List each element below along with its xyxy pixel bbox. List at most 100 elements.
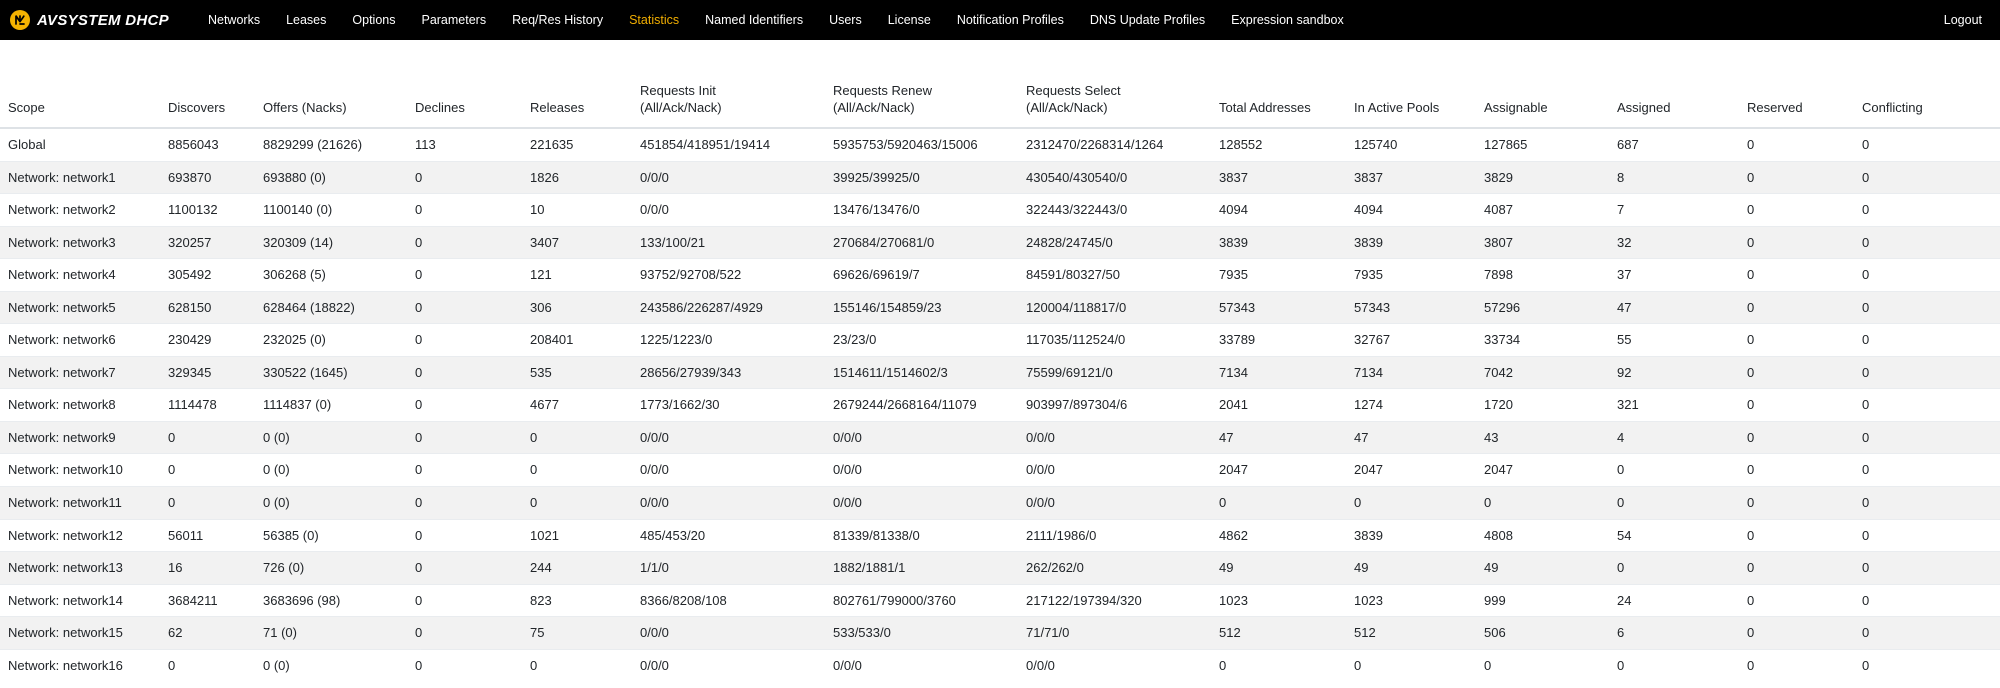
table-row[interactable]: Network: network5 628150 628464 (18822) 0 30…: [0, 290, 2000, 324]
table-row[interactable]: Network: network2 1100132 1100140 (0) 0 10 0/…: [0, 193, 2000, 227]
cell-declines: 0: [407, 388, 522, 422]
cell-discovers: 8856043: [160, 127, 255, 162]
cell-requests-init: 8366/8208/108: [632, 583, 825, 617]
table-row[interactable]: Network: network8 1114478 1114837 (0) 0 4677…: [0, 388, 2000, 422]
nav-item-notification-profiles[interactable]: Notification Profiles: [944, 3, 1077, 38]
nav-item-leases[interactable]: Leases: [273, 3, 339, 38]
cell-total-addresses: 7935: [1211, 258, 1346, 292]
header-label: Declines: [415, 100, 465, 116]
cell-total-addresses: 7134: [1211, 355, 1346, 389]
header-label: Total Addresses: [1219, 100, 1311, 116]
cell-declines: 0: [407, 290, 522, 324]
cell-total-addresses: 0: [1211, 648, 1346, 682]
cell-releases: 121: [522, 258, 632, 292]
table-row[interactable]: Network: network3 320257 320309 (14) 0 3407 1…: [0, 225, 2000, 259]
nav-item-req-res-history[interactable]: Req/Res History: [499, 3, 616, 38]
column-header-requests-renew[interactable]: Requests Renew (All/Ack/Nack): [825, 62, 1018, 129]
nav-links: Networks Leases Options Parameters Req/R…: [195, 3, 1931, 38]
cell-requests-renew: 0/0/0: [825, 453, 1018, 487]
cell-assignable: 999: [1476, 583, 1609, 617]
column-header-assigned[interactable]: Assigned: [1609, 62, 1739, 129]
cell-total-addresses: 512: [1211, 616, 1346, 650]
column-header-requests-select[interactable]: Requests Select (All/Ack/Nack): [1018, 62, 1211, 129]
nav-item-options[interactable]: Options: [339, 3, 408, 38]
nav-item-dns-update-profiles[interactable]: DNS Update Profiles: [1077, 3, 1218, 38]
cell-discovers: 230429: [160, 323, 255, 357]
table-row[interactable]: Network: network14 3684211 3683696 (98) 0 82…: [0, 583, 2000, 617]
nav-item-expression-sandbox[interactable]: Expression sandbox: [1218, 3, 1357, 38]
nav-item-parameters[interactable]: Parameters: [408, 3, 499, 38]
cell-releases: 3407: [522, 225, 632, 259]
column-header-releases[interactable]: Releases: [522, 62, 632, 129]
table-row[interactable]: Network: network4 305492 306268 (5) 0 121 937…: [0, 258, 2000, 292]
table-row[interactable]: Network: network13 16 726 (0) 0 244 1/1/0 1882…: [0, 551, 2000, 585]
cell-offers-nacks: 320309 (14): [255, 225, 407, 259]
cell-assignable: 127865: [1476, 127, 1609, 162]
cell-conflicting: 0: [1854, 290, 2000, 324]
column-header-discovers[interactable]: Discovers: [160, 62, 255, 129]
cell-assignable: 0: [1476, 648, 1609, 682]
nav-item-users[interactable]: Users: [816, 3, 875, 38]
cell-scope: Network: network13: [0, 551, 160, 585]
column-header-reserved[interactable]: Reserved: [1739, 62, 1854, 129]
cell-requests-init: 1/1/0: [632, 551, 825, 585]
table-row[interactable]: Network: network6 230429 232025 (0) 0 208401…: [0, 323, 2000, 357]
column-header-offers-nacks[interactable]: Offers (Nacks): [255, 62, 407, 129]
cell-reserved: 0: [1739, 420, 1854, 454]
cell-declines: 0: [407, 225, 522, 259]
table-row[interactable]: Network: network10 0 0 (0) 0 0 0/0/0 0/0/0 0/0/…: [0, 453, 2000, 487]
cell-reserved: 0: [1739, 453, 1854, 487]
nav-item-networks[interactable]: Networks: [195, 3, 273, 38]
table-row[interactable]: Network: network11 0 0 (0) 0 0 0/0/0 0/0/0 0/0/…: [0, 486, 2000, 520]
cell-offers-nacks: 693880 (0): [255, 160, 407, 194]
table-row[interactable]: Global 8856043 8829299 (21626) 113 221635 451…: [0, 127, 2000, 162]
table-row[interactable]: Network: network15 62 71 (0) 0 75 0/0/0 533/53…: [0, 616, 2000, 650]
nav-item-named-identifiers[interactable]: Named Identifiers: [692, 3, 816, 38]
table-row[interactable]: Network: network12 56011 56385 (0) 0 1021 485…: [0, 518, 2000, 552]
cell-requests-renew: 81339/81338/0: [825, 518, 1018, 552]
column-header-in-active-pools[interactable]: In Active Pools: [1346, 62, 1476, 129]
cell-assignable: 49: [1476, 551, 1609, 585]
cell-requests-select: 322443/322443/0: [1018, 193, 1211, 227]
cell-offers-nacks: 71 (0): [255, 616, 407, 650]
cell-conflicting: 0: [1854, 486, 2000, 520]
nav-item-license[interactable]: License: [875, 3, 944, 38]
column-header-conflicting[interactable]: Conflicting: [1854, 62, 2000, 129]
header-sublabel: (All/Ack/Nack): [640, 100, 722, 116]
cell-reserved: 0: [1739, 518, 1854, 552]
cell-in-active-pools: 2047: [1346, 453, 1476, 487]
cell-in-active-pools: 4094: [1346, 193, 1476, 227]
cell-in-active-pools: 512: [1346, 616, 1476, 650]
cell-requests-renew: 1882/1881/1: [825, 551, 1018, 585]
cell-discovers: 628150: [160, 290, 255, 324]
cell-assigned: 24: [1609, 583, 1739, 617]
cell-declines: 0: [407, 551, 522, 585]
column-header-requests-init[interactable]: Requests Init (All/Ack/Nack): [632, 62, 825, 129]
cell-total-addresses: 3837: [1211, 160, 1346, 194]
cell-declines: 0: [407, 648, 522, 682]
column-header-scope[interactable]: Scope: [0, 62, 160, 129]
cell-scope: Network: network15: [0, 616, 160, 650]
cell-scope: Network: network3: [0, 225, 160, 259]
cell-releases: 1826: [522, 160, 632, 194]
cell-conflicting: 0: [1854, 127, 2000, 162]
column-header-total-addresses[interactable]: Total Addresses: [1211, 62, 1346, 129]
table-row[interactable]: Network: network9 0 0 (0) 0 0 0/0/0 0/0/0 0/0/0…: [0, 420, 2000, 454]
cell-requests-select: 75599/69121/0: [1018, 355, 1211, 389]
table-row[interactable]: Network: network7 329345 330522 (1645) 0 535…: [0, 355, 2000, 389]
cell-in-active-pools: 32767: [1346, 323, 1476, 357]
brand-text: AVSYSTEM DHCP: [37, 11, 169, 29]
column-header-declines[interactable]: Declines: [407, 62, 522, 129]
cell-declines: 0: [407, 323, 522, 357]
header-label: Releases: [530, 100, 585, 116]
nav-item-statistics[interactable]: Statistics: [616, 3, 692, 38]
table-row[interactable]: Network: network1 693870 693880 (0) 0 1826 0/…: [0, 160, 2000, 194]
cell-releases: 10: [522, 193, 632, 227]
column-header-assignable[interactable]: Assignable: [1476, 62, 1609, 129]
cell-assigned: 32: [1609, 225, 1739, 259]
brand-logo[interactable]: AVSYSTEM DHCP: [10, 10, 169, 30]
statistics-table: Scope Discovers Offers (Nacks) Declines …: [0, 62, 2000, 682]
table-row[interactable]: Network: network16 0 0 (0) 0 0 0/0/0 0/0/0 0/0/…: [0, 648, 2000, 682]
logout-button[interactable]: Logout: [1931, 3, 1988, 38]
cell-conflicting: 0: [1854, 551, 2000, 585]
